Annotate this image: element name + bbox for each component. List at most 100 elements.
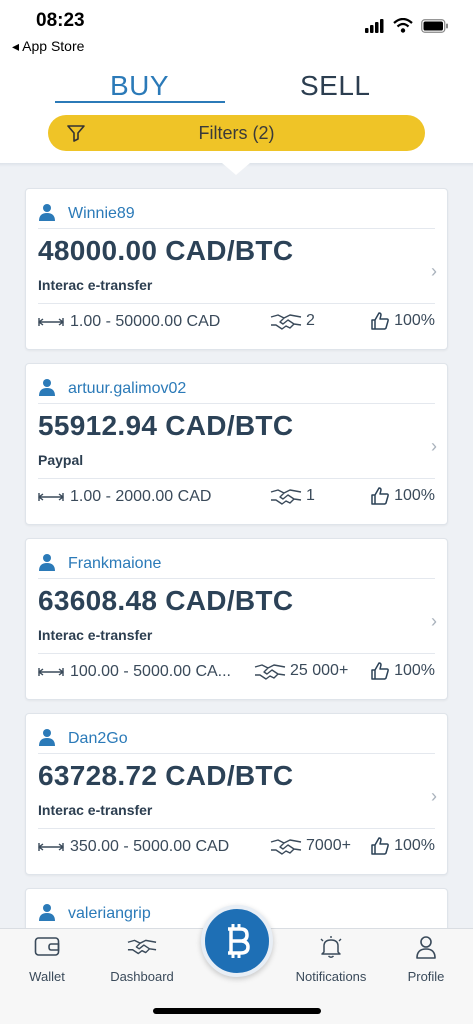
divider — [38, 403, 435, 404]
divider — [38, 653, 435, 654]
offers-list: Winnie89 48000.00 CAD/BTC Interac e-tran… — [25, 188, 448, 1024]
status-icons — [365, 18, 449, 33]
thumbs-up-icon — [371, 837, 389, 855]
filters-button[interactable]: Filters (2) — [48, 115, 425, 151]
offer-card[interactable]: Dan2Go 63728.72 CAD/BTC Interac e-transf… — [25, 713, 448, 875]
nav-profile-label: Profile — [407, 969, 445, 984]
chevron-right-icon: › — [431, 261, 437, 281]
trades-count: 2 — [270, 311, 315, 331]
chevron-right-icon: › — [431, 436, 437, 456]
filter-icon — [67, 125, 85, 142]
offer-limits: 350.00 - 5000.00 CAD — [38, 838, 243, 856]
offer-price: 63608.48 CAD/BTC — [38, 585, 294, 616]
nav-wallet[interactable]: Wallet — [2, 929, 92, 999]
range-icon — [38, 318, 64, 326]
nav-wallet-label: Wallet — [29, 969, 65, 984]
range-icon — [38, 843, 64, 851]
signal-icon — [365, 18, 384, 33]
handshake-icon — [270, 314, 302, 330]
chevron-right-icon: › — [431, 611, 437, 631]
divider — [38, 828, 435, 829]
thumbs-up-icon — [371, 487, 389, 505]
trades-count: 25 000+ — [254, 661, 348, 681]
bell-icon — [320, 936, 342, 958]
limits-value: 1.00 - 50000.00 CAD — [70, 313, 221, 330]
handshake-icon — [127, 939, 157, 955]
seller-username[interactable]: valeriangrip — [68, 905, 151, 923]
divider — [38, 303, 435, 304]
range-icon — [38, 668, 64, 676]
limits-value: 100.00 - 5000.00 CA... — [70, 663, 231, 680]
wallet-icon — [34, 937, 60, 956]
rating: 100% — [370, 486, 435, 506]
user-icon — [39, 204, 55, 221]
user-icon — [39, 904, 55, 921]
back-to-app-store-link[interactable]: ◂ App Store — [12, 38, 84, 55]
offer-card[interactable]: artuur.galimov02 55912.94 CAD/BTC Paypal… — [25, 363, 448, 525]
status-time: 08:23 — [36, 10, 85, 31]
user-icon — [39, 729, 55, 746]
handshake-icon — [270, 489, 302, 505]
seller-username[interactable]: Dan2Go — [68, 730, 128, 748]
tab-sell[interactable]: SELL — [300, 70, 371, 102]
bitcoin-icon — [228, 924, 250, 958]
nav-notifications[interactable]: Notifications — [286, 929, 376, 999]
rating: 100% — [370, 836, 435, 856]
rating: 100% — [370, 661, 435, 681]
tab-buy[interactable]: BUY — [110, 70, 169, 102]
bitcoin-action-button[interactable] — [201, 905, 273, 977]
offer-card[interactable]: Frankmaione 63608.48 CAD/BTC Interac e-t… — [25, 538, 448, 700]
nav-profile[interactable]: Profile — [381, 929, 471, 999]
seller-username[interactable]: Winnie89 — [68, 205, 135, 223]
offer-limits: 1.00 - 2000.00 CAD — [38, 488, 243, 506]
active-tab-indicator — [55, 101, 225, 103]
trades-count: 7000+ — [270, 836, 351, 856]
chevron-right-icon: › — [431, 786, 437, 806]
trades-value: 1 — [306, 487, 315, 504]
divider — [38, 228, 435, 229]
rating-value: 100% — [394, 662, 435, 679]
rating-value: 100% — [394, 837, 435, 854]
rating: 100% — [370, 311, 435, 331]
user-icon — [39, 379, 55, 396]
home-indicator — [153, 1008, 321, 1014]
filters-label: Filters (2) — [198, 122, 275, 143]
seller-username[interactable]: Frankmaione — [68, 555, 161, 573]
limits-value: 1.00 - 2000.00 CAD — [70, 488, 212, 505]
status-bar: 08:23 ◂ App Store — [0, 0, 473, 60]
offer-limits: 1.00 - 50000.00 CAD — [38, 313, 243, 331]
payment-method: Paypal — [38, 452, 84, 468]
battery-icon — [421, 18, 448, 33]
payment-method: Interac e-transfer — [38, 277, 153, 293]
handshake-icon — [254, 664, 286, 680]
trades-value: 7000+ — [306, 837, 351, 854]
nav-dashboard[interactable]: Dashboard — [97, 929, 187, 999]
payment-method: Interac e-transfer — [38, 802, 153, 818]
trades-value: 25 000+ — [290, 662, 349, 679]
trades-count: 1 — [270, 486, 315, 506]
thumbs-up-icon — [371, 312, 389, 330]
rating-value: 100% — [394, 312, 435, 329]
nav-notifications-label: Notifications — [295, 969, 367, 984]
handshake-icon — [270, 839, 302, 855]
offer-price: 63728.72 CAD/BTC — [38, 760, 294, 791]
thumbs-up-icon — [371, 662, 389, 680]
range-icon — [38, 493, 64, 501]
trades-value: 2 — [306, 312, 315, 329]
offer-limits: 100.00 - 5000.00 CA... — [38, 663, 243, 681]
header: BUY SELL Filters (2) — [0, 60, 473, 163]
user-icon — [39, 554, 55, 571]
divider — [38, 578, 435, 579]
nav-dashboard-label: Dashboard — [110, 969, 174, 984]
wifi-icon — [393, 18, 413, 33]
rating-value: 100% — [394, 487, 435, 504]
offer-card[interactable]: Winnie89 48000.00 CAD/BTC Interac e-tran… — [25, 188, 448, 350]
limits-value: 350.00 - 5000.00 CAD — [70, 838, 230, 855]
payment-method: Interac e-transfer — [38, 627, 153, 643]
offer-price: 55912.94 CAD/BTC — [38, 410, 294, 441]
divider — [38, 478, 435, 479]
divider — [38, 753, 435, 754]
header-pointer — [222, 163, 250, 175]
profile-icon — [416, 936, 436, 959]
seller-username[interactable]: artuur.galimov02 — [68, 380, 186, 398]
